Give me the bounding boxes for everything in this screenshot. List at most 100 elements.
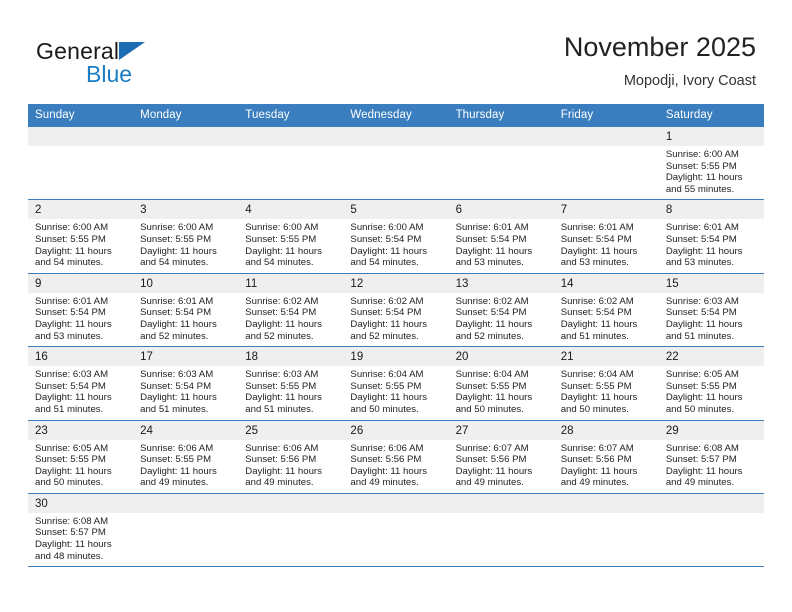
calendar-cell-day-17[interactable]: 17 Sunrise: 6:03 AM Sunset: 5:54 PM Dayligh… xyxy=(133,346,239,420)
sunrise-text: Sunrise: 6:06 AM xyxy=(350,442,424,454)
sunset-text: Sunset: 5:55 PM xyxy=(245,380,317,392)
day-details: Sunrise: 6:03 AM Sunset: 5:55 PM Daylight:… xyxy=(238,366,343,419)
calendar-cell-day-13[interactable]: 13 Sunrise: 6:02 AM Sunset: 5:54 PM Dayligh… xyxy=(448,272,554,347)
calendar-cell-day-18[interactable]: 18 Sunrise: 6:03 AM Sunset: 5:55 PM Dayligh… xyxy=(238,346,344,420)
calendar-cell-day-21[interactable]: 21 Sunrise: 6:04 AM Sunset: 5:55 PM Dayligh… xyxy=(553,346,659,420)
daylight-text: Daylight: 11 hours and 50 minutes. xyxy=(665,392,743,415)
daylight-text: Daylight: 11 hours and 50 minutes. xyxy=(350,392,428,415)
day-details: Sunrise: 6:06 AM Sunset: 5:56 PM Daylight:… xyxy=(238,440,343,493)
day-details: Sunrise: 6:06 AM Sunset: 5:55 PM Daylight:… xyxy=(133,440,238,493)
calendar-cell-day-8[interactable]: 8 Sunrise: 6:01 AM Sunset: 5:54 PM Daylight… xyxy=(658,199,764,274)
day-details: Sunrise: 6:06 AM Sunset: 5:56 PM Daylight:… xyxy=(343,440,448,493)
day-number: 2 xyxy=(28,200,134,220)
day-details: Sunrise: 6:01 AM Sunset: 5:54 PM Daylight:… xyxy=(133,293,238,346)
calendar-cell-day-11[interactable]: 11 Sunrise: 6:02 AM Sunset: 5:54 PM Dayligh… xyxy=(238,272,344,347)
day-details: Sunrise: 6:08 AM Sunset: 5:57 PM Daylight:… xyxy=(28,513,133,566)
calendar-cell-day-6[interactable]: 6 Sunrise: 6:01 AM Sunset: 5:54 PM Daylight… xyxy=(448,199,554,274)
day-details: Sunrise: 6:07 AM Sunset: 5:56 PM Daylight:… xyxy=(449,440,554,493)
calendar-week-row: 9 Sunrise: 6:01 AM Sunset: 5:54 PM Daylight… xyxy=(28,272,764,347)
calendar-cell-day-10[interactable]: 10 Sunrise: 6:01 AM Sunset: 5:54 PM Dayligh… xyxy=(133,272,239,347)
calendar-cell-day-16[interactable]: 16 Sunrise: 6:03 AM Sunset: 5:54 PM Dayligh… xyxy=(28,346,134,420)
sunset-text: Sunset: 5:57 PM xyxy=(35,527,106,539)
day-number: 20 xyxy=(448,347,554,367)
calendar-cell-day-25[interactable]: 25 Sunrise: 6:06 AM Sunset: 5:56 PM Dayligh… xyxy=(238,419,344,494)
calendar-cell-day-12[interactable]: 12 Sunrise: 6:02 AM Sunset: 5:54 PM Dayligh… xyxy=(343,272,449,347)
sunset-text: Sunset: 5:56 PM xyxy=(455,454,527,466)
day-number: 4 xyxy=(238,200,344,220)
calendar-cell-day-22[interactable]: 22 Sunrise: 6:05 AM Sunset: 5:55 PM Dayligh… xyxy=(658,346,764,420)
calendar-cell-day-29[interactable]: 29 Sunrise: 6:08 AM Sunset: 5:57 PM Dayligh… xyxy=(658,419,764,494)
sunrise-text: Sunrise: 6:00 AM xyxy=(665,149,739,160)
calendar-cell-day-19[interactable]: 19 Sunrise: 6:04 AM Sunset: 5:55 PM Dayligh… xyxy=(343,346,449,420)
daylight-text: Daylight: 11 hours and 53 minutes. xyxy=(35,318,112,342)
weekday-header-wednesday: Wednesday xyxy=(343,104,449,127)
sunrise-text: Sunrise: 6:08 AM xyxy=(665,442,739,454)
calendar-cell-day-23[interactable]: 23 Sunrise: 6:05 AM Sunset: 5:55 PM Dayligh… xyxy=(28,419,134,494)
logo-text-blue: Blue xyxy=(86,61,133,87)
calendar-cell-empty xyxy=(238,125,344,200)
calendar-cell-day-28[interactable]: 28 Sunrise: 6:07 AM Sunset: 5:56 PM Dayligh… xyxy=(553,419,659,494)
sunset-text: Sunset: 5:54 PM xyxy=(35,307,106,319)
sunset-text: Sunset: 5:56 PM xyxy=(350,454,422,466)
day-number: 9 xyxy=(28,273,134,293)
calendar-cell-day-4[interactable]: 4 Sunrise: 6:00 AM Sunset: 5:55 PM Daylight… xyxy=(238,199,344,274)
sunrise-text: Sunrise: 6:03 AM xyxy=(245,369,319,381)
calendar-cell-day-7[interactable]: 7 Sunrise: 6:01 AM Sunset: 5:54 PM Daylight… xyxy=(553,199,659,274)
calendar-cell-empty xyxy=(343,125,449,200)
daylight-text: Daylight: 11 hours and 52 minutes. xyxy=(455,318,533,342)
calendar-cell-day-14[interactable]: 14 Sunrise: 6:02 AM Sunset: 5:54 PM Dayligh… xyxy=(553,272,659,347)
daylight-text: Daylight: 11 hours and 48 minutes. xyxy=(35,539,112,562)
logo-general-blue[interactable]: General Blue xyxy=(36,38,276,94)
day-number xyxy=(28,127,134,146)
calendar-cell-day-5[interactable]: 5 Sunrise: 6:00 AM Sunset: 5:54 PM Daylight… xyxy=(343,199,449,274)
sunset-text: Sunset: 5:54 PM xyxy=(245,307,317,319)
calendar-cell-day-15[interactable]: 15 Sunrise: 6:03 AM Sunset: 5:54 PM Dayligh… xyxy=(658,272,764,347)
sunset-text: Sunset: 5:55 PM xyxy=(35,233,106,245)
day-details: Sunrise: 6:01 AM Sunset: 5:54 PM Daylight:… xyxy=(554,219,659,272)
weekday-header-saturday: Saturday xyxy=(658,104,764,127)
sunset-text: Sunset: 5:55 PM xyxy=(665,160,737,172)
calendar-week-row: 30 Sunrise: 6:08 AM Sunset: 5:57 PM Dayligh… xyxy=(28,492,764,568)
day-details: Sunrise: 6:00 AM Sunset: 5:55 PM Daylight:… xyxy=(238,219,343,272)
sunrise-text: Sunrise: 6:04 AM xyxy=(350,369,424,381)
day-number: 19 xyxy=(343,347,449,367)
calendar-cell-day-1[interactable]: 1 Sunrise: 6:00 AM Sunset: 5:55 PM Daylight… xyxy=(658,125,764,200)
sunset-text: Sunset: 5:56 PM xyxy=(245,454,317,466)
calendar-cell-empty xyxy=(658,492,764,568)
sunset-text: Sunset: 5:55 PM xyxy=(665,380,737,392)
calendar-cell-day-3[interactable]: 3 Sunrise: 6:00 AM Sunset: 5:55 PM Daylight… xyxy=(133,199,239,274)
sunrise-text: Sunrise: 6:00 AM xyxy=(140,222,214,234)
day-details: Sunrise: 6:01 AM Sunset: 5:54 PM Daylight:… xyxy=(449,219,554,272)
calendar-cell-day-2[interactable]: 2 Sunrise: 6:00 AM Sunset: 5:55 PM Daylight… xyxy=(28,199,134,274)
calendar-cell-day-9[interactable]: 9 Sunrise: 6:01 AM Sunset: 5:54 PM Daylight… xyxy=(28,272,134,347)
sunrise-text: Sunrise: 6:02 AM xyxy=(245,295,319,307)
day-details: Sunrise: 6:08 AM Sunset: 5:57 PM Daylight:… xyxy=(659,440,764,493)
page-header: General Blue November 2025 Mopodji, Ivor… xyxy=(0,0,792,104)
calendar-cell-day-24[interactable]: 24 Sunrise: 6:06 AM Sunset: 5:55 PM Dayligh… xyxy=(133,419,239,494)
daylight-text: Daylight: 11 hours and 51 minutes. xyxy=(35,392,112,415)
day-number: 18 xyxy=(238,347,344,367)
day-number: 26 xyxy=(343,420,449,440)
daylight-text: Daylight: 11 hours and 52 minutes. xyxy=(245,318,322,342)
daylight-text: Daylight: 11 hours and 51 minutes. xyxy=(140,392,217,415)
calendar-cell-day-30[interactable]: 30 Sunrise: 6:08 AM Sunset: 5:57 PM Dayligh… xyxy=(28,492,134,568)
calendar-cell-day-26[interactable]: 26 Sunrise: 6:06 AM Sunset: 5:56 PM Dayligh… xyxy=(343,419,449,494)
day-details: Sunrise: 6:05 AM Sunset: 5:55 PM Daylight:… xyxy=(659,366,764,419)
day-number: 27 xyxy=(448,420,554,440)
day-details: Sunrise: 6:04 AM Sunset: 5:55 PM Daylight:… xyxy=(343,366,448,419)
calendar-cell-day-27[interactable]: 27 Sunrise: 6:07 AM Sunset: 5:56 PM Dayligh… xyxy=(448,419,554,494)
day-details: Sunrise: 6:02 AM Sunset: 5:54 PM Daylight:… xyxy=(554,293,659,346)
day-number: 13 xyxy=(448,273,554,293)
page-title: November 2025 xyxy=(563,32,756,62)
calendar-page: General Blue November 2025 Mopodji, Ivor… xyxy=(0,0,792,612)
sunset-text: Sunset: 5:55 PM xyxy=(455,380,527,392)
day-details: Sunrise: 6:03 AM Sunset: 5:54 PM Daylight:… xyxy=(659,293,764,346)
daylight-text: Daylight: 11 hours and 50 minutes. xyxy=(35,465,112,489)
calendar-cell-day-20[interactable]: 20 Sunrise: 6:04 AM Sunset: 5:55 PM Dayligh… xyxy=(448,346,554,420)
daylight-text: Daylight: 11 hours and 53 minutes. xyxy=(560,245,638,269)
sunrise-text: Sunrise: 6:05 AM xyxy=(35,442,109,454)
day-number xyxy=(238,127,344,146)
calendar-week-row: 23 Sunrise: 6:05 AM Sunset: 5:55 PM Dayligh… xyxy=(28,419,764,494)
sunrise-text: Sunrise: 6:00 AM xyxy=(245,222,319,234)
day-number xyxy=(448,493,554,513)
